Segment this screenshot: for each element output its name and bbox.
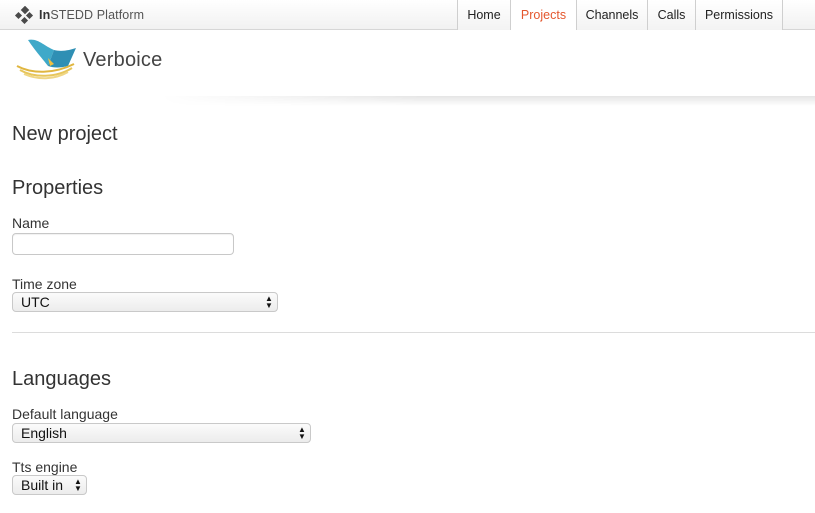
section-divider — [12, 332, 815, 333]
default-language-select[interactable]: English ▲ ▼ — [12, 423, 311, 443]
select-arrows-icon: ▲ ▼ — [74, 477, 82, 493]
select-arrows-icon: ▲ ▼ — [265, 294, 273, 310]
tts-engine-select[interactable]: Built in ▲ ▼ — [12, 475, 87, 495]
name-label: Name — [12, 215, 50, 231]
app-name: Verboice — [83, 49, 163, 71]
tab-calls[interactable]: Calls — [647, 0, 695, 30]
select-arrows-icon: ▲ ▼ — [298, 425, 306, 441]
tab-projects[interactable]: Projects — [510, 0, 576, 31]
platform-brand[interactable]: InSTEDD Platform — [14, 5, 145, 25]
timezone-selected-value: UTC — [21, 294, 50, 310]
instedd-logo-icon — [14, 5, 36, 25]
verboice-logo-icon[interactable] — [14, 36, 78, 80]
page-title: New project — [12, 123, 118, 145]
platform-name: InSTEDD Platform — [39, 8, 145, 22]
languages-heading: Languages — [12, 368, 111, 390]
tab-permissions[interactable]: Permissions — [695, 0, 783, 30]
tts-engine-selected-value: Built in — [21, 477, 64, 493]
main-nav: Home Projects Channels Calls Permissions — [457, 0, 783, 31]
properties-heading: Properties — [12, 177, 104, 199]
timezone-label: Time zone — [12, 276, 77, 292]
timezone-select[interactable]: UTC ▲ ▼ — [12, 292, 278, 312]
tab-home[interactable]: Home — [457, 0, 510, 30]
default-language-label: Default language — [12, 406, 118, 422]
platform-bar: InSTEDD Platform Home Projects Channels … — [0, 0, 815, 31]
name-input[interactable] — [12, 233, 234, 255]
tab-channels[interactable]: Channels — [576, 0, 647, 30]
header-shadow — [160, 96, 815, 106]
default-language-selected-value: English — [21, 425, 67, 441]
tts-engine-label: Tts engine — [12, 459, 78, 475]
